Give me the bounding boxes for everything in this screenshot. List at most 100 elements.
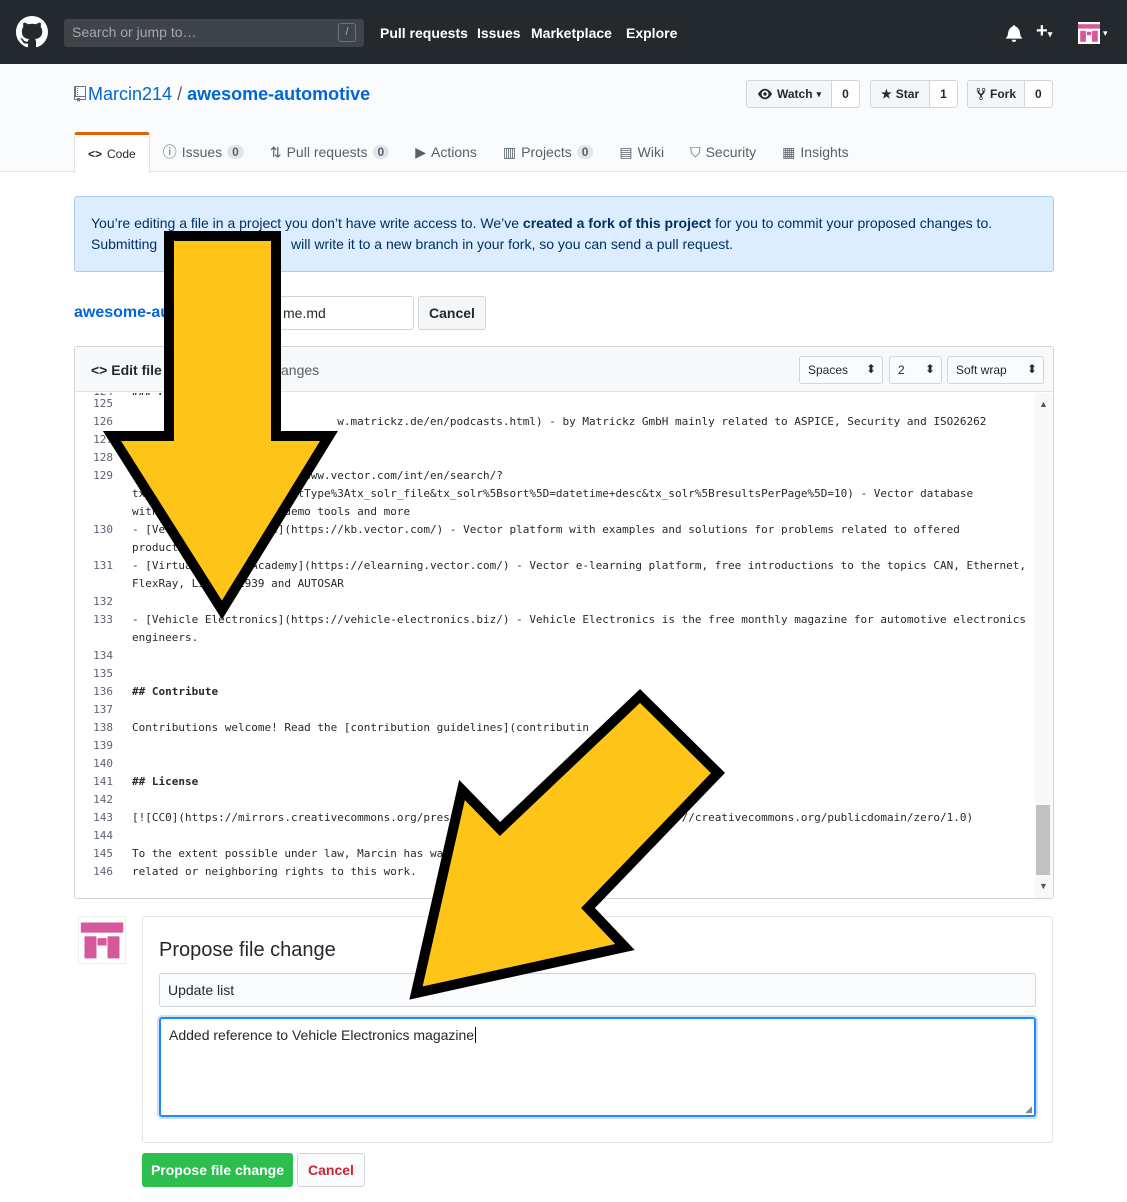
scroll-down-icon[interactable]: ▼	[1039, 881, 1048, 891]
repository-owner-link[interactable]: Marcin214	[88, 84, 172, 104]
tab-security[interactable]: ⛉ Security	[677, 132, 769, 172]
tab-count: 0	[372, 145, 390, 159]
tab-code[interactable]: <> Code	[74, 132, 150, 173]
code-line: [![CC0](https://mirrors.creativecommons.…	[132, 811, 974, 824]
select-value: Soft wrap	[956, 363, 1007, 377]
graph-icon: ▦	[782, 143, 796, 160]
chevron-down-icon[interactable]: ▾	[1103, 28, 1108, 39]
tab-edit-file[interactable]: <> Edit file	[91, 362, 162, 378]
indent-mode-select[interactable]: Spaces ⬍	[799, 356, 883, 384]
code-editor-area[interactable]: 124### P125126 w.matrickz.de/en/podcasts…	[75, 393, 1035, 898]
bell-icon[interactable]	[1006, 24, 1022, 42]
issue-opened-icon: ⓘ	[162, 144, 177, 160]
scroll-up-icon[interactable]: ▲	[1039, 399, 1048, 409]
code-line: tx_ D=contentType%3Atx_solr_file&tx_solr…	[132, 487, 974, 500]
select-arrows-icon: ⬍	[865, 362, 876, 376]
code-line: - [Virtual Academy](https://elearning.ve…	[132, 559, 1027, 572]
project-icon: ▥	[502, 143, 517, 160]
tab-pull-requests[interactable]: ⇅ Pull requests 0	[257, 132, 402, 172]
code-line: Contributions welcome! Read the [contrib…	[132, 721, 589, 734]
cancel-edit-button[interactable]: Cancel	[418, 296, 486, 330]
editor-toolbar: <> Edit file anges Spaces ⬍ 2 ⬍ Soft wrap ⬍	[75, 347, 1053, 392]
code-line: ### P	[132, 393, 1032, 401]
eye-icon	[758, 88, 772, 100]
watch-button-group: Watch ▾ 0	[746, 80, 860, 108]
line-number: 129	[93, 469, 113, 482]
code-line: engineers.	[132, 631, 199, 644]
tab-insights[interactable]: ▦ Insights	[769, 132, 861, 172]
code-line: ## License	[132, 775, 199, 788]
line-number: 132	[93, 595, 113, 608]
tab-count: 0	[227, 145, 244, 159]
tab-label: Insights	[800, 144, 849, 160]
repository-title: Marcin214 / awesome-automotive	[74, 84, 370, 105]
watch-count[interactable]: 0	[832, 80, 860, 108]
path-separator: /	[177, 84, 183, 104]
commit-description-textarea[interactable]: Added reference to Vehicle Electronics m…	[159, 1017, 1036, 1117]
repository-name-link[interactable]: awesome-automotive	[187, 84, 370, 104]
notice-text: will write it to a new branch in your fo…	[287, 236, 734, 252]
propose-file-change-button[interactable]: Propose file change	[142, 1153, 293, 1187]
tab-issues[interactable]: ⓘ Issues 0	[150, 132, 257, 172]
nav-pull-requests[interactable]: Pull requests	[380, 25, 468, 41]
top-navigation-bar: Search or jump to… / Pull requests Issue…	[0, 0, 1127, 64]
line-number: 141	[93, 775, 113, 788]
select-value: Spaces	[808, 363, 849, 377]
tab-wiki[interactable]: ▤ Wiki	[606, 132, 677, 172]
watch-button[interactable]: Watch ▾	[746, 80, 833, 108]
user-avatar	[78, 916, 126, 964]
line-number: 137	[93, 703, 113, 716]
notice-text: Submitting	[91, 236, 158, 252]
breadcrumb[interactable]: awesome-au	[74, 304, 170, 322]
fork-link[interactable]: created a fork of this project	[523, 215, 711, 231]
text-cursor	[475, 1027, 477, 1043]
star-count[interactable]: 1	[930, 80, 958, 108]
chevron-down-icon: ▾	[1047, 29, 1053, 39]
commit-summary-input[interactable]: Update list	[159, 973, 1036, 1007]
star-button-group: ★ Star 1	[870, 80, 958, 108]
code-line: FlexRay, LIN 1939 and AUTOSAR	[132, 577, 344, 590]
code-line: To the extent possible under law, Marcin…	[132, 847, 444, 860]
filename-input[interactable]: me.md	[252, 296, 414, 330]
fork-button-group: Fork 0	[967, 80, 1053, 108]
line-number: 138	[93, 721, 113, 734]
tab-label: Code	[107, 147, 136, 161]
commit-form: Propose file change Update list Added re…	[142, 916, 1053, 1143]
cancel-button[interactable]: Cancel	[297, 1153, 365, 1187]
repo-icon	[74, 86, 86, 102]
tab-actions[interactable]: ▶ Actions	[402, 132, 490, 172]
code-icon: <>	[88, 147, 103, 161]
fork-icon	[976, 87, 986, 101]
star-button[interactable]: ★ Star	[870, 80, 931, 108]
scrollbar-thumb[interactable]	[1036, 805, 1050, 875]
fork-count[interactable]: 0	[1025, 80, 1053, 108]
github-logo-icon[interactable]	[16, 16, 48, 48]
editor-scrollbar[interactable]: ▲ ▼	[1035, 393, 1053, 898]
commit-heading: Propose file change	[159, 939, 336, 961]
nav-marketplace[interactable]: Marketplace	[531, 25, 612, 41]
tab-label: Actions	[431, 144, 477, 160]
watch-label: Watch	[777, 87, 813, 101]
fork-button[interactable]: Fork	[967, 80, 1026, 108]
tab-projects[interactable]: ▥ Projects 0	[490, 132, 607, 172]
line-number: 136	[93, 685, 113, 698]
search-input[interactable]: Search or jump to… /	[64, 19, 364, 47]
identicon-icon	[79, 917, 125, 963]
tab-preview-changes[interactable]: anges	[281, 362, 319, 378]
line-number: 134	[93, 649, 113, 662]
tab-label: Projects	[521, 144, 572, 160]
fork-notice-banner: You’re editing a file in a project you d…	[74, 196, 1054, 272]
wrap-mode-select[interactable]: Soft wrap ⬍	[947, 356, 1044, 384]
nav-explore[interactable]: Explore	[626, 25, 677, 41]
select-value: 2	[898, 363, 905, 377]
create-new-menu[interactable]: +▾	[1036, 20, 1052, 43]
notice-text: for you to commit your proposed changes …	[711, 215, 993, 231]
search-placeholder: Search or jump to…	[72, 24, 197, 40]
indent-size-select[interactable]: 2 ⬍	[889, 356, 942, 384]
git-pull-request-icon: ⇅	[269, 143, 282, 160]
summary-value: Update list	[168, 982, 235, 998]
nav-issues[interactable]: Issues	[477, 25, 521, 41]
user-avatar[interactable]	[1078, 22, 1100, 44]
resize-handle-icon[interactable]: ◢	[1025, 1104, 1032, 1115]
book-icon: ▤	[619, 143, 633, 160]
